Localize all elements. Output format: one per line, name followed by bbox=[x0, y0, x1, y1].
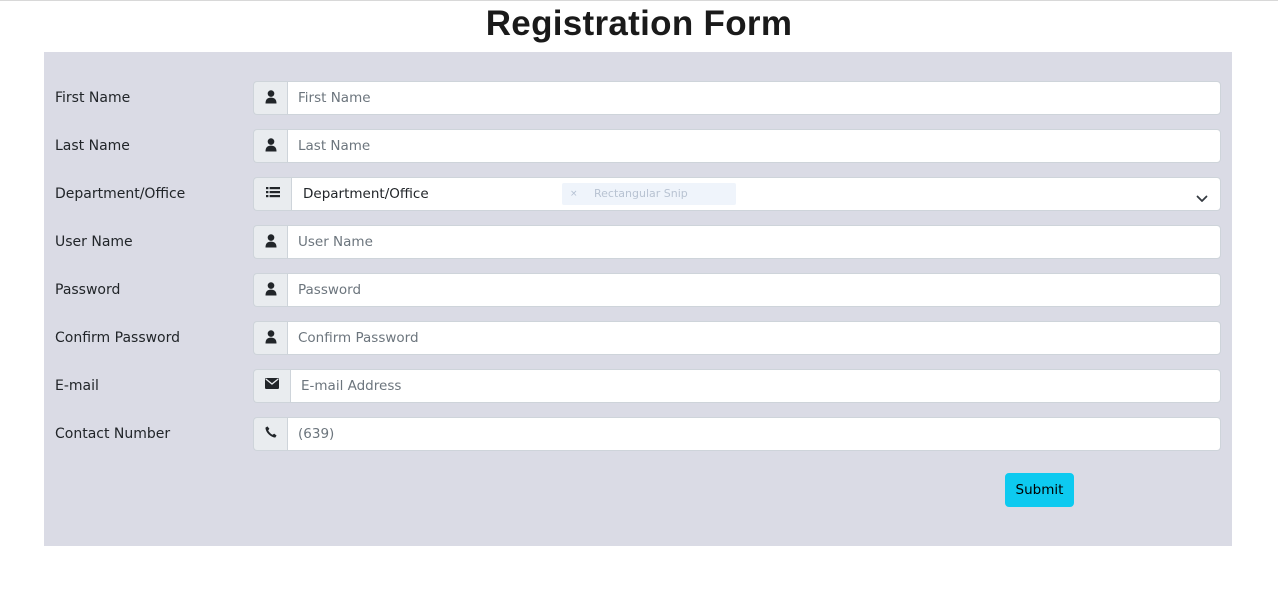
list-icon bbox=[253, 177, 291, 211]
user-icon bbox=[253, 273, 287, 307]
rectangular-snip-tooltip: × Rectangular Snip bbox=[562, 183, 736, 205]
department-select-value: Department/Office bbox=[303, 186, 429, 202]
user-icon bbox=[253, 225, 287, 259]
registration-form: First Name Last Name Department/Office D… bbox=[44, 52, 1232, 546]
submit-button[interactable]: Submit bbox=[1005, 473, 1074, 507]
snip-close-icon: × bbox=[570, 189, 578, 199]
last-name-row: Last Name bbox=[44, 129, 1232, 163]
last-name-label: Last Name bbox=[55, 138, 130, 154]
user-name-label: User Name bbox=[55, 234, 133, 250]
last-name-group bbox=[253, 129, 1221, 163]
password-group bbox=[253, 273, 1221, 307]
confirm-password-group bbox=[253, 321, 1221, 355]
user-name-input[interactable] bbox=[287, 225, 1221, 259]
first-name-input[interactable] bbox=[287, 81, 1221, 115]
email-label: E-mail bbox=[55, 378, 99, 394]
email-group bbox=[253, 369, 1221, 403]
last-name-input[interactable] bbox=[287, 129, 1221, 163]
first-name-label: First Name bbox=[55, 90, 131, 106]
user-name-group bbox=[253, 225, 1221, 259]
contact-group bbox=[253, 417, 1221, 451]
first-name-group bbox=[253, 81, 1221, 115]
contact-number-input[interactable] bbox=[287, 417, 1221, 451]
chevron-down-icon bbox=[1196, 189, 1208, 208]
contact-label: Contact Number bbox=[55, 426, 171, 442]
user-icon bbox=[253, 81, 287, 115]
user-icon bbox=[253, 129, 287, 163]
department-row: Department/Office Department/Office × Re… bbox=[44, 177, 1232, 211]
email-row: E-mail bbox=[44, 369, 1232, 403]
password-row: Password bbox=[44, 273, 1232, 307]
first-name-row: First Name bbox=[44, 81, 1232, 115]
confirm-password-input[interactable] bbox=[287, 321, 1221, 355]
department-select[interactable]: Department/Office × Rectangular Snip bbox=[291, 177, 1221, 211]
department-group: Department/Office × Rectangular Snip bbox=[253, 177, 1221, 211]
confirm-password-label: Confirm Password bbox=[55, 330, 181, 346]
password-input[interactable] bbox=[287, 273, 1221, 307]
contact-row: Contact Number bbox=[44, 417, 1232, 451]
page-title: Registration Form bbox=[485, 4, 793, 43]
password-label: Password bbox=[55, 282, 121, 298]
phone-icon bbox=[253, 417, 287, 451]
envelope-icon bbox=[253, 369, 290, 403]
confirm-password-row: Confirm Password bbox=[44, 321, 1232, 355]
user-icon bbox=[253, 321, 287, 355]
top-divider bbox=[0, 0, 1278, 1]
department-label: Department/Office bbox=[55, 186, 186, 202]
snip-label: Rectangular Snip bbox=[594, 187, 688, 200]
user-name-row: User Name bbox=[44, 225, 1232, 259]
email-input[interactable] bbox=[290, 369, 1221, 403]
